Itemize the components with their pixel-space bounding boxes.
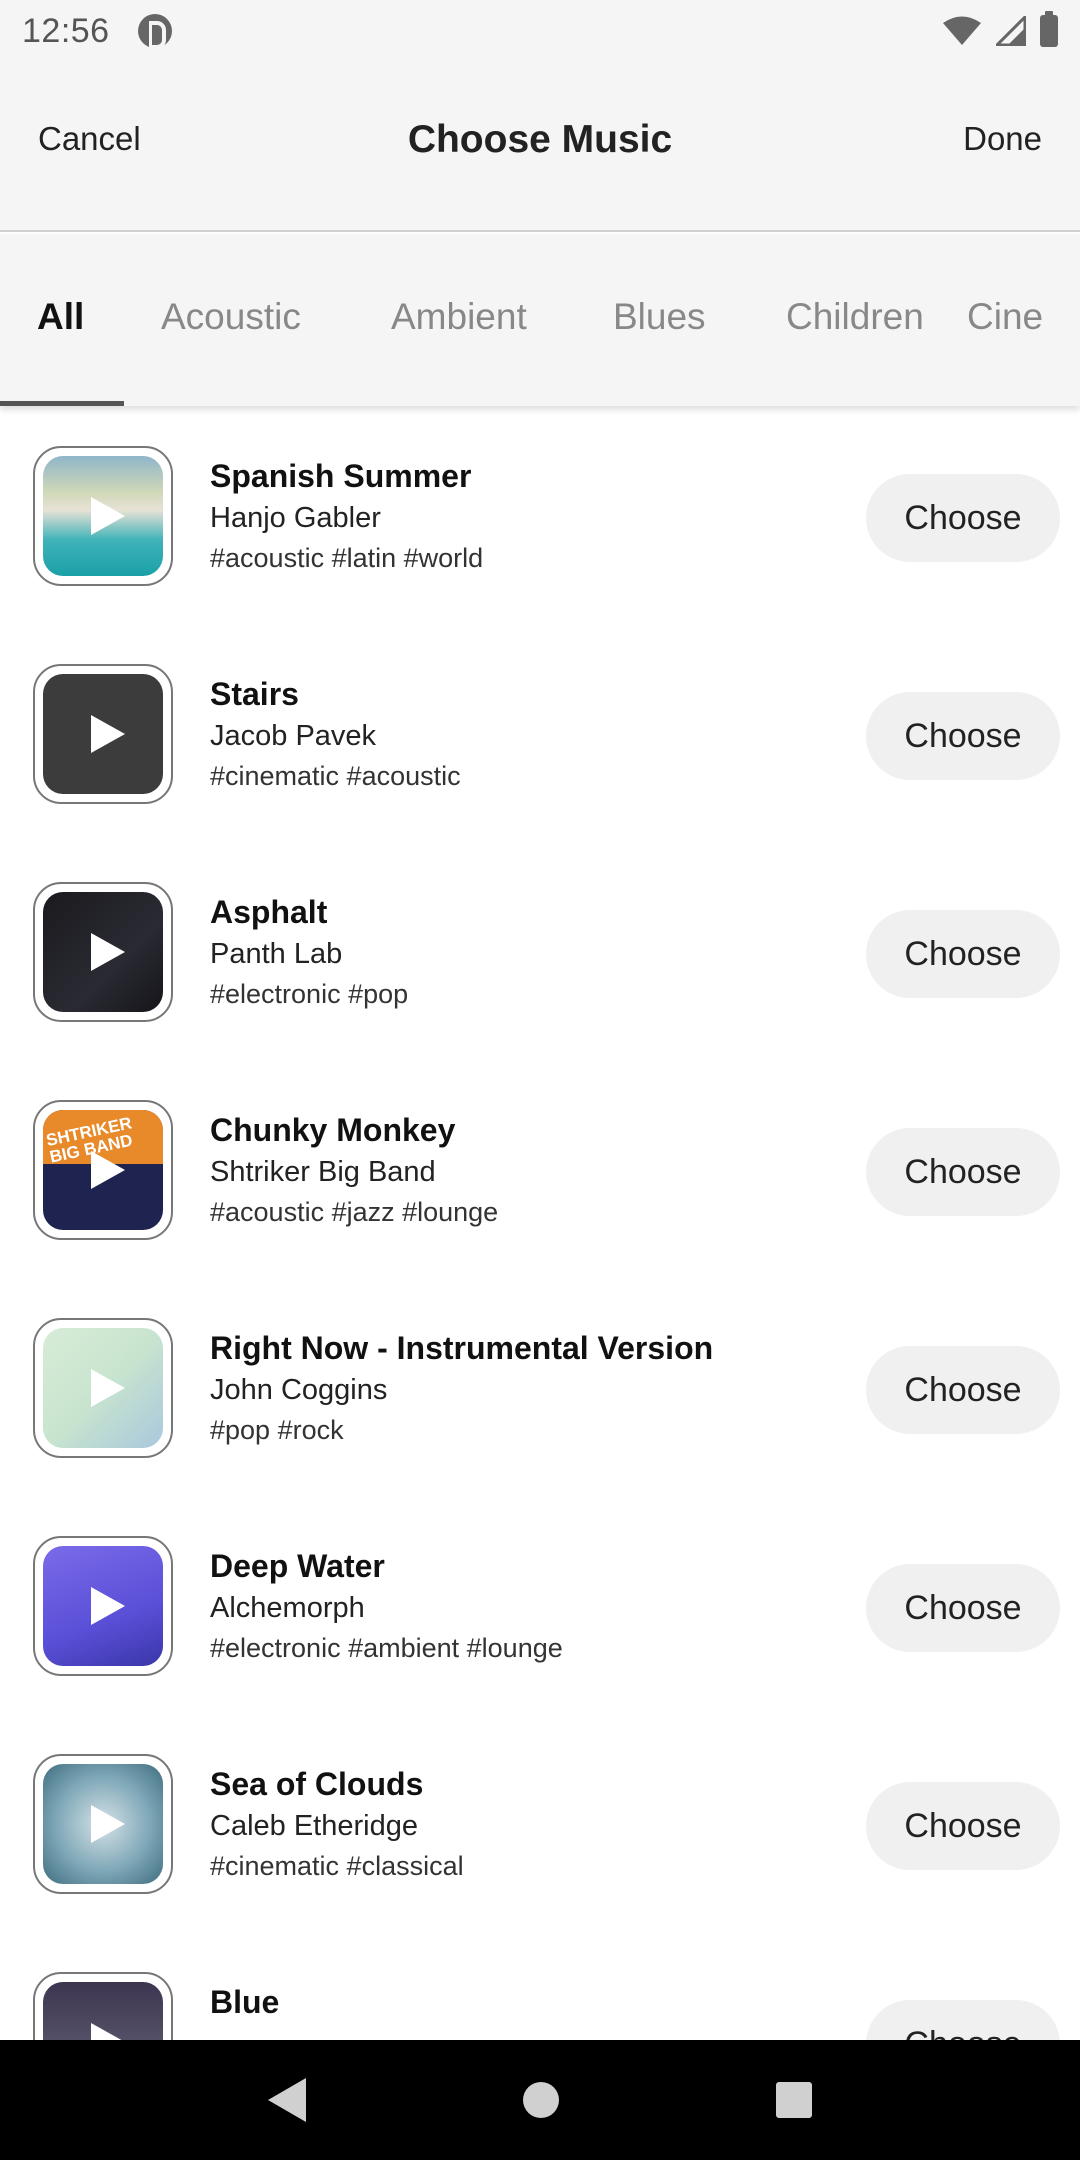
done-button[interactable]: Done bbox=[963, 120, 1042, 158]
play-icon bbox=[91, 1587, 125, 1625]
choose-button[interactable]: Choose bbox=[866, 692, 1060, 780]
back-icon[interactable] bbox=[268, 2078, 307, 2122]
tab-all[interactable]: All bbox=[37, 296, 84, 338]
song-artist: Hanjo Gabler bbox=[210, 502, 381, 534]
album-art bbox=[43, 892, 163, 1012]
battery-icon bbox=[1040, 11, 1058, 47]
album-art-play-button[interactable] bbox=[33, 882, 173, 1022]
song-row: Sea of Clouds Caleb Etheridge #cinematic… bbox=[0, 1714, 1080, 1932]
status-bar: 12:56 bbox=[0, 0, 1080, 62]
choose-button[interactable]: Choose bbox=[866, 1128, 1060, 1216]
album-art bbox=[43, 1328, 163, 1448]
song-title: Asphalt bbox=[210, 894, 328, 930]
song-title: Chunky Monkey bbox=[210, 1112, 456, 1148]
album-art-play-button[interactable] bbox=[33, 664, 173, 804]
play-icon bbox=[91, 1805, 125, 1843]
genre-tabs: All Acoustic Ambient Blues Children Cine bbox=[0, 234, 1080, 406]
album-art-play-button[interactable] bbox=[33, 1972, 173, 2040]
song-title: Sea of Clouds bbox=[210, 1766, 424, 1802]
song-artist: Alchemorph bbox=[210, 1592, 365, 1624]
song-tags: #electronic #pop bbox=[210, 979, 409, 1009]
song-row: Blue Choose bbox=[0, 1932, 1080, 2040]
song-list[interactable]: Spanish Summer Hanjo Gabler #acoustic #l… bbox=[0, 406, 1080, 2040]
album-art-play-button[interactable] bbox=[33, 1754, 173, 1894]
album-art bbox=[43, 1764, 163, 1884]
tab-children[interactable]: Children bbox=[786, 296, 924, 338]
song-tags: #acoustic #jazz #lounge bbox=[210, 1197, 499, 1227]
album-art-play-button[interactable]: SHTRIKER BIG BAND bbox=[33, 1100, 173, 1240]
play-icon bbox=[91, 1151, 125, 1189]
play-icon bbox=[91, 933, 125, 971]
song-artist: Caleb Etheridge bbox=[210, 1810, 418, 1842]
play-icon bbox=[91, 497, 125, 535]
recents-icon[interactable] bbox=[775, 2082, 812, 2118]
system-nav-bar bbox=[0, 2040, 1080, 2160]
song-title: Blue bbox=[210, 1984, 280, 2020]
tab-cinematic[interactable]: Cine bbox=[967, 296, 1043, 338]
song-tags: #cinematic #classical bbox=[210, 1851, 464, 1881]
tab-blues[interactable]: Blues bbox=[613, 296, 706, 338]
song-artist: Panth Lab bbox=[210, 938, 343, 970]
song-artist: Jacob Pavek bbox=[210, 720, 377, 752]
album-art-play-button[interactable] bbox=[33, 446, 173, 586]
album-art bbox=[43, 674, 163, 794]
song-row: Spanish Summer Hanjo Gabler #acoustic #l… bbox=[0, 406, 1080, 624]
active-tab-indicator bbox=[0, 401, 124, 406]
choose-button[interactable]: Choose bbox=[866, 1564, 1060, 1652]
song-tags: #pop #rock bbox=[210, 1415, 344, 1445]
choose-button[interactable]: Choose bbox=[866, 2000, 1060, 2040]
song-title: Spanish Summer bbox=[210, 458, 472, 494]
play-icon bbox=[91, 2023, 125, 2040]
play-icon bbox=[91, 715, 125, 753]
song-artist: John Coggins bbox=[210, 1374, 388, 1406]
song-tags: #acoustic #latin #world bbox=[210, 543, 484, 573]
album-art: SHTRIKER BIG BAND bbox=[43, 1110, 163, 1230]
album-art-play-button[interactable] bbox=[33, 1536, 173, 1676]
song-title: Right Now - Instrumental Version bbox=[210, 1330, 714, 1366]
status-icons bbox=[942, 11, 1058, 47]
choose-button[interactable]: Choose bbox=[866, 1782, 1060, 1870]
album-art-play-button[interactable] bbox=[33, 1318, 173, 1458]
app-notification-icon bbox=[137, 14, 172, 49]
song-row: SHTRIKER BIG BAND Chunky Monkey Shtriker… bbox=[0, 1060, 1080, 1278]
tab-acoustic[interactable]: Acoustic bbox=[161, 296, 301, 338]
song-row: Stairs Jacob Pavek #cinematic #acoustic … bbox=[0, 624, 1080, 842]
app-header: Cancel Choose Music Done bbox=[0, 62, 1080, 232]
choose-button[interactable]: Choose bbox=[866, 474, 1060, 562]
signal-icon bbox=[996, 16, 1026, 46]
song-row: Deep Water Alchemorph #electronic #ambie… bbox=[0, 1496, 1080, 1714]
song-title: Stairs bbox=[210, 676, 299, 712]
status-time: 12:56 bbox=[22, 11, 110, 50]
song-tags: #electronic #ambient #lounge bbox=[210, 1633, 563, 1663]
album-art bbox=[43, 1546, 163, 1666]
song-row: Asphalt Panth Lab #electronic #pop Choos… bbox=[0, 842, 1080, 1060]
choose-button[interactable]: Choose bbox=[866, 1346, 1060, 1434]
album-art bbox=[43, 1982, 163, 2040]
song-tags: #cinematic #acoustic bbox=[210, 761, 461, 791]
song-title: Deep Water bbox=[210, 1548, 385, 1584]
page-title: Choose Music bbox=[407, 118, 673, 161]
play-icon bbox=[91, 1369, 125, 1407]
wifi-icon bbox=[943, 16, 981, 45]
song-row: Right Now - Instrumental Version John Co… bbox=[0, 1278, 1080, 1496]
song-artist: Shtriker Big Band bbox=[210, 1156, 436, 1188]
choose-button[interactable]: Choose bbox=[866, 910, 1060, 998]
home-icon[interactable] bbox=[522, 2082, 559, 2118]
album-art bbox=[43, 456, 163, 576]
tab-ambient[interactable]: Ambient bbox=[391, 296, 527, 338]
